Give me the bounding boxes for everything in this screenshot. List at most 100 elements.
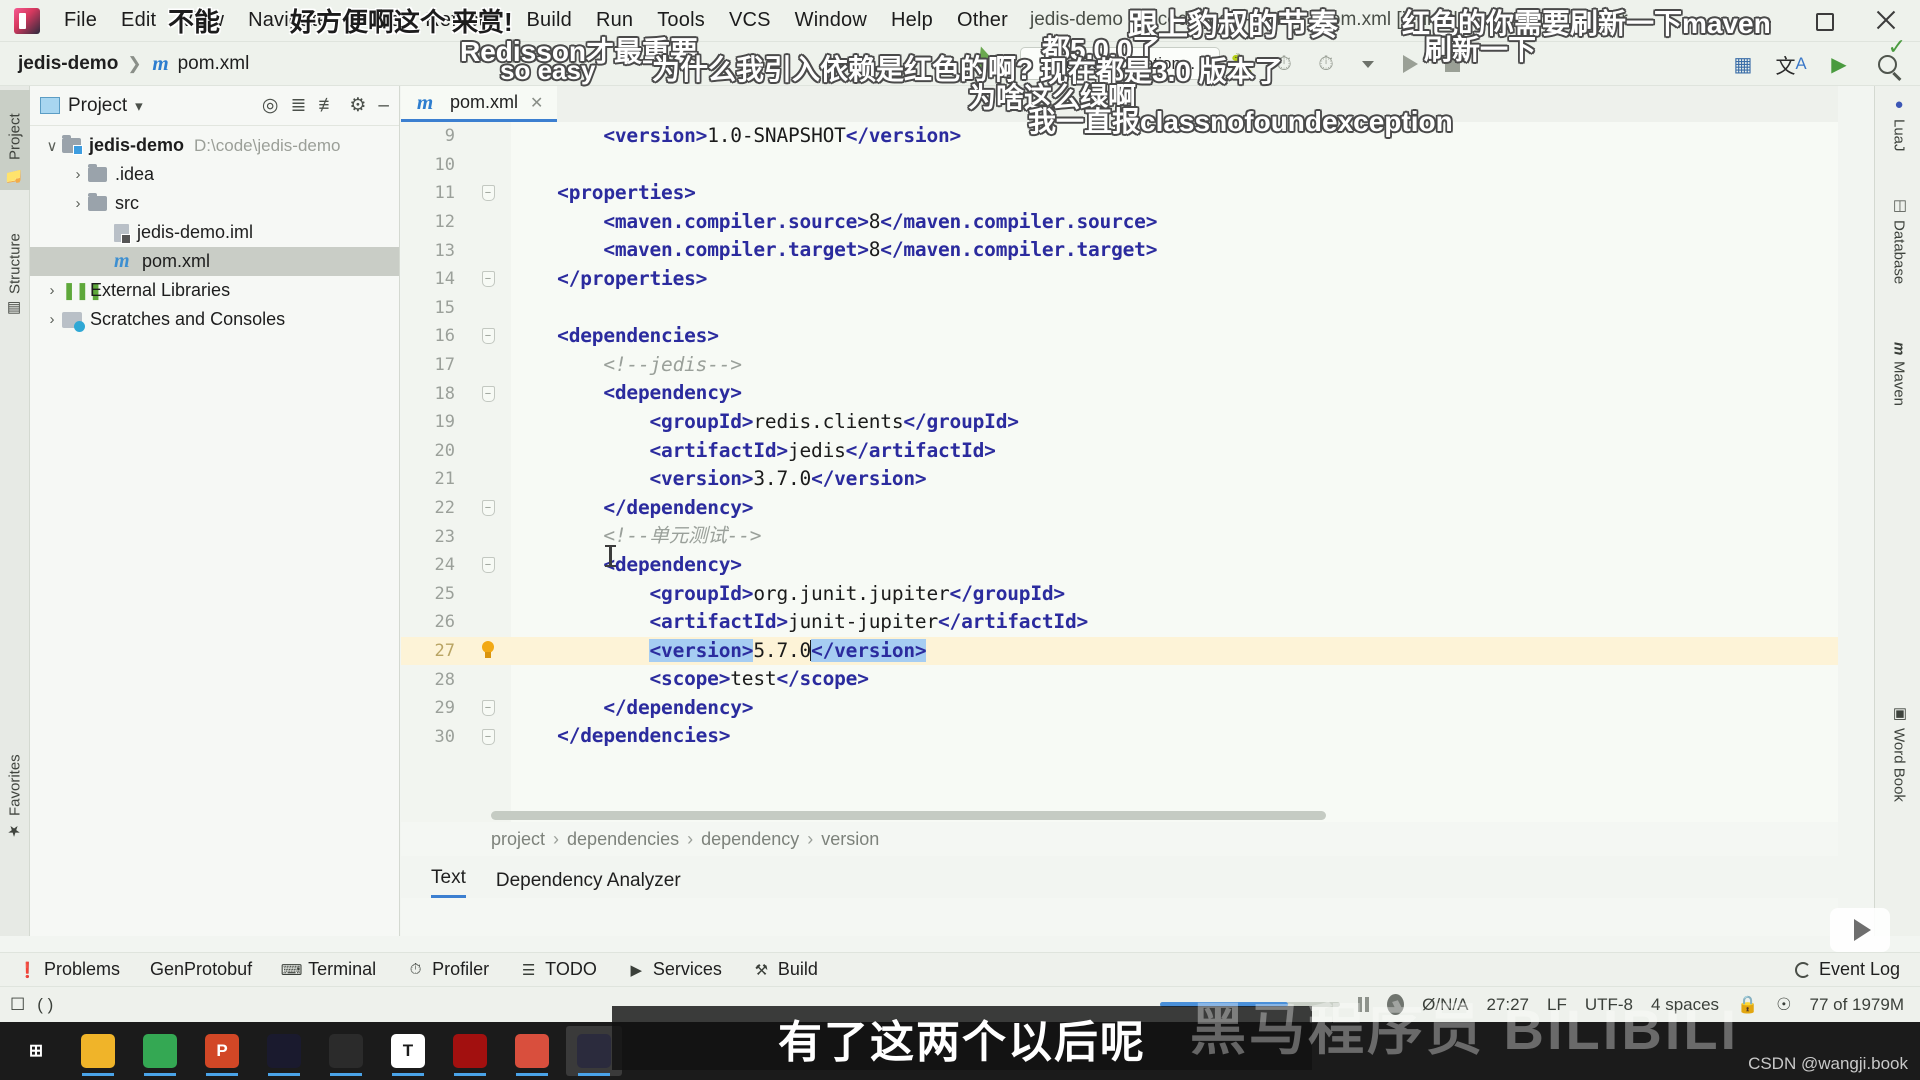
menu-item-other[interactable]: Other bbox=[945, 5, 1020, 36]
menu-item-vcs[interactable]: VCS bbox=[717, 5, 783, 36]
code-line[interactable]: 24− <dependency> bbox=[401, 551, 1838, 580]
menu-item-refactor[interactable]: Refactor bbox=[413, 5, 514, 36]
chevron-icon[interactable]: › bbox=[42, 282, 62, 299]
minimize-icon[interactable]: – bbox=[378, 95, 389, 117]
memory-label[interactable]: 77 of 1979M bbox=[1809, 995, 1904, 1015]
tree-node[interactable]: ›.idea bbox=[30, 160, 399, 189]
tree-node[interactable]: ›❚❚❚External Libraries bbox=[30, 276, 399, 305]
taskbar-google-chrome[interactable] bbox=[132, 1026, 188, 1076]
close-button[interactable] bbox=[1870, 4, 1902, 36]
minimize-button[interactable] bbox=[1746, 4, 1778, 36]
console-icon[interactable]: ▶ bbox=[1822, 47, 1856, 81]
menu-item-edit[interactable]: Edit bbox=[109, 5, 168, 36]
brackets-icon[interactable]: ( ) bbox=[37, 995, 53, 1015]
code-line[interactable]: 15 bbox=[401, 294, 1838, 323]
collapse-all-icon[interactable]: ≢ bbox=[318, 95, 337, 117]
fold-marker[interactable]: − bbox=[465, 700, 511, 716]
tool-window-problems[interactable]: ❗Problems bbox=[18, 959, 120, 980]
editor-tab-text[interactable]: Text bbox=[431, 867, 466, 898]
tree-node[interactable]: ›src bbox=[30, 189, 399, 218]
add-configuration-button[interactable]: Add Configuration... bbox=[1020, 47, 1220, 80]
tool-window-build[interactable]: ⚒Build bbox=[752, 959, 818, 980]
stop-icon[interactable] bbox=[1435, 47, 1469, 81]
code-line[interactable]: 20 <artifactId>jedis</artifactId> bbox=[401, 437, 1838, 466]
code-line[interactable]: 23 <!--单元测试--> bbox=[401, 522, 1838, 551]
layout-icon[interactable]: ☐ bbox=[10, 995, 25, 1015]
debug-icon[interactable]: 🐛 bbox=[1225, 47, 1259, 81]
taskbar-another-redis-desktop[interactable] bbox=[442, 1026, 498, 1076]
chevron-icon[interactable]: › bbox=[68, 166, 88, 183]
taskbar-powerpoint[interactable]: P bbox=[194, 1026, 250, 1076]
fold-marker[interactable]: − bbox=[465, 557, 511, 573]
locate-icon[interactable]: ◎ bbox=[262, 94, 279, 117]
code-line[interactable]: 28 <scope>test</scope> bbox=[401, 665, 1838, 694]
menu-item-file[interactable]: File bbox=[52, 5, 109, 36]
menu-item-run[interactable]: Run bbox=[584, 5, 645, 36]
gear-icon[interactable]: ⚙ bbox=[349, 94, 366, 117]
editor-tab-dependency-analyzer[interactable]: Dependency Analyzer bbox=[496, 870, 681, 898]
tool-window-genprotobuf[interactable]: GenProtobuf bbox=[150, 959, 252, 980]
menu-item-tools[interactable]: Tools bbox=[645, 5, 717, 36]
code-line[interactable]: 26 <artifactId>junit-jupiter</artifactId… bbox=[401, 608, 1838, 637]
breadcrumb-project[interactable]: jedis-demo bbox=[18, 53, 118, 75]
lightbulb-icon[interactable] bbox=[465, 640, 511, 662]
code-line[interactable]: 17 <!--jedis--> bbox=[401, 351, 1838, 380]
code-editor[interactable]: 9 <version>1.0-SNAPSHOT</version>1011− <… bbox=[401, 122, 1838, 822]
menu-item-code[interactable]: Code bbox=[341, 5, 414, 36]
taskbar-typora[interactable]: T bbox=[380, 1026, 436, 1076]
tree-node[interactable]: jedis-demo.iml bbox=[30, 218, 399, 247]
code-line[interactable]: 13 <maven.compiler.target>8</maven.compi… bbox=[401, 236, 1838, 265]
code-line[interactable]: 21 <version>3.7.0</version> bbox=[401, 465, 1838, 494]
sidebar-item-database[interactable]: ◫ Database bbox=[1879, 196, 1919, 332]
code-line[interactable]: 18− <dependency> bbox=[401, 379, 1838, 408]
taskbar-vmware[interactable] bbox=[256, 1026, 312, 1076]
taskbar-screenshot-tool[interactable] bbox=[318, 1026, 374, 1076]
breadcrumb-file[interactable]: m pom.xml bbox=[151, 53, 250, 75]
code-line[interactable]: 27 <version>5.7.0</version> bbox=[401, 637, 1838, 666]
sidebar-item-luaj[interactable]: ● LuaJ bbox=[1879, 96, 1919, 182]
code-line[interactable]: 9 <version>1.0-SNAPSHOT</version> bbox=[401, 122, 1838, 151]
tree-node[interactable]: mpom.xml bbox=[30, 247, 399, 276]
lock-icon[interactable]: 🔒 bbox=[1737, 995, 1758, 1015]
breadcrumb-item-version[interactable]: version bbox=[821, 829, 879, 850]
breadcrumb-item-dependency[interactable]: dependency bbox=[701, 829, 799, 850]
code-line[interactable]: 11− <properties> bbox=[401, 179, 1838, 208]
sidebar-item-word-book[interactable]: ▣ Word Book bbox=[1879, 704, 1919, 854]
taskbar-start-button[interactable]: ⊞ bbox=[8, 1026, 64, 1076]
notifications-icon[interactable]: ☉ bbox=[1776, 995, 1791, 1015]
maximize-button[interactable] bbox=[1808, 4, 1840, 36]
chevron-down-icon[interactable]: ▾ bbox=[135, 97, 143, 115]
taskbar-navicat[interactable] bbox=[504, 1026, 560, 1076]
structure-icon[interactable]: ▦ bbox=[1726, 47, 1760, 81]
breadcrumb-item-dependencies[interactable]: dependencies bbox=[567, 829, 679, 850]
chevron-down-icon[interactable] bbox=[1351, 47, 1385, 81]
close-icon[interactable]: ✕ bbox=[530, 93, 543, 113]
tool-window-terminal[interactable]: ⌨Terminal bbox=[282, 959, 376, 980]
horizontal-scrollbar[interactable] bbox=[491, 811, 1326, 820]
fold-marker[interactable]: − bbox=[465, 386, 511, 402]
inspection-status-icon[interactable]: ✓ bbox=[1888, 34, 1906, 60]
tree-node[interactable]: ›Scratches and Consoles bbox=[30, 305, 399, 334]
translate-icon[interactable]: 文A bbox=[1774, 47, 1808, 81]
tree-node[interactable]: ∨jedis-demoD:\code\jedis-demo bbox=[30, 131, 399, 160]
code-line[interactable]: 22− </dependency> bbox=[401, 494, 1838, 523]
profile-icon[interactable]: ⏱ bbox=[1309, 47, 1343, 81]
code-line[interactable]: 29− </dependency> bbox=[401, 694, 1838, 723]
code-line[interactable]: 19 <groupId>redis.clients</groupId> bbox=[401, 408, 1838, 437]
event-log-button[interactable]: Event Log bbox=[1795, 959, 1900, 980]
fold-marker[interactable]: − bbox=[465, 271, 511, 287]
fold-marker[interactable]: − bbox=[465, 500, 511, 516]
tool-window-services[interactable]: ▶Services bbox=[627, 959, 722, 980]
taskbar-file-explorer[interactable] bbox=[70, 1026, 126, 1076]
breadcrumb-item-project[interactable]: project bbox=[491, 829, 545, 850]
coverage-icon[interactable]: ⏱ bbox=[1267, 47, 1301, 81]
sidebar-item-structure[interactable]: ▤ Structure bbox=[0, 204, 30, 324]
menu-item-help[interactable]: Help bbox=[879, 5, 945, 36]
sidebar-item-maven[interactable]: m Maven bbox=[1879, 342, 1919, 454]
fold-marker[interactable]: − bbox=[465, 328, 511, 344]
run-icon[interactable] bbox=[1393, 47, 1427, 81]
chevron-icon[interactable]: › bbox=[68, 195, 88, 212]
code-line[interactable]: 12 <maven.compiler.source>8</maven.compi… bbox=[401, 208, 1838, 237]
menu-item-view[interactable]: View bbox=[168, 5, 236, 36]
tool-window-todo[interactable]: ☰TODO bbox=[519, 959, 597, 980]
